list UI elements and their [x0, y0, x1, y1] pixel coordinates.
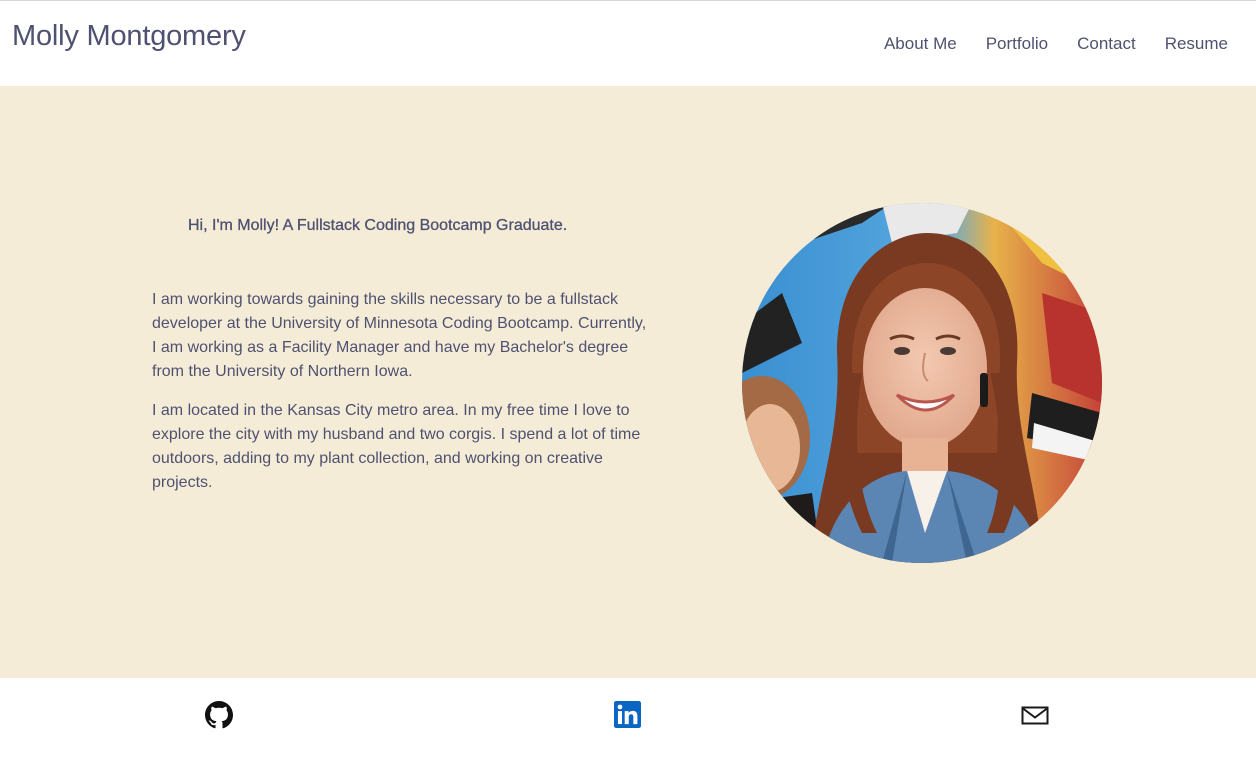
brand-name[interactable]: Molly Montgomery — [12, 20, 246, 53]
linkedin-icon — [614, 701, 641, 728]
email-link[interactable] — [1021, 701, 1049, 729]
bio-paragraph: I am working towards gaining the skills … — [152, 291, 647, 380]
nav-link-resume[interactable]: Resume — [1165, 34, 1228, 54]
github-icon — [205, 701, 233, 729]
profile-photo — [742, 203, 1102, 563]
about-section: Hi, I'm Molly! A Fullstack Coding Bootca… — [0, 86, 1256, 678]
github-link[interactable] — [205, 701, 233, 729]
nav-link-about-me[interactable]: About Me — [884, 34, 957, 54]
footer — [0, 678, 1256, 761]
nav-link-portfolio[interactable]: Portfolio — [986, 34, 1048, 54]
email-icon — [1021, 706, 1049, 725]
profile-photo-illustration — [742, 203, 1102, 563]
bio-text: I am working towards gaining the skills … — [152, 288, 652, 510]
intro-heading: Hi, I'm Molly! A Fullstack Coding Bootca… — [188, 217, 568, 234]
bio-paragraph: I am located in the Kansas City metro ar… — [152, 402, 641, 491]
nav-links: About Me Portfolio Contact Resume — [884, 34, 1228, 54]
nav-link-contact[interactable]: Contact — [1077, 34, 1136, 54]
navbar: Molly Montgomery About Me Portfolio Cont… — [0, 0, 1256, 86]
linkedin-link[interactable] — [614, 701, 642, 729]
